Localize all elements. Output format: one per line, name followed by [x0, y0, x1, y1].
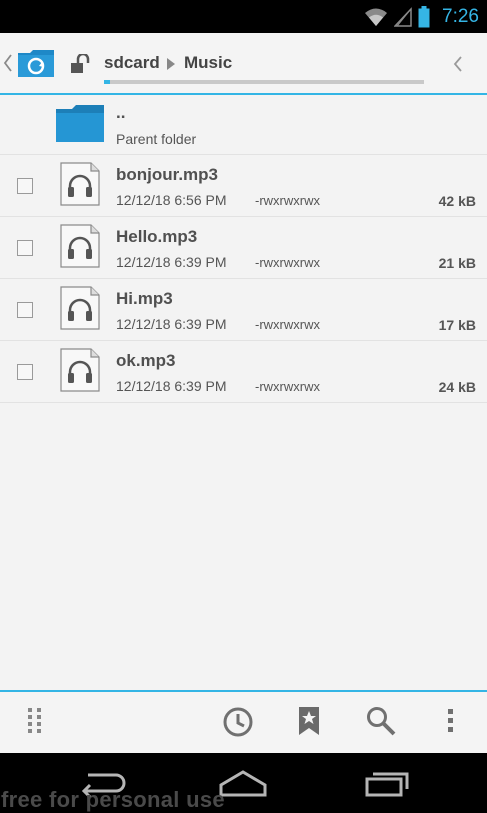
home-icon[interactable]	[219, 769, 267, 797]
file-checkbox[interactable]	[17, 178, 33, 194]
wifi-icon	[365, 8, 388, 26]
file-row[interactable]: Hi.mp3 12/12/18 6:39 PM -rwxrwxrwx 17 kB	[0, 279, 487, 341]
breadcrumb-sdcard[interactable]: sdcard	[104, 53, 160, 73]
chevron-left-icon[interactable]	[453, 56, 463, 72]
file-row[interactable]: Hello.mp3 12/12/18 6:39 PM -rwxrwxrwx 21…	[0, 217, 487, 279]
parent-folder-name: ..	[116, 103, 126, 122]
file-checkbox[interactable]	[17, 364, 33, 380]
battery-icon	[418, 5, 430, 27]
path-header: sdcard Music	[0, 33, 487, 95]
file-permissions: -rwxrwxrwx	[255, 193, 320, 208]
audio-file-icon	[60, 162, 100, 206]
parent-folder-row[interactable]: .. Parent folder	[0, 95, 487, 155]
parent-folder-label: Parent folder	[116, 131, 197, 147]
search-icon[interactable]	[366, 706, 396, 736]
file-name: Hello.mp3	[116, 227, 198, 246]
bottom-toolbar	[0, 690, 487, 755]
folder-icon	[56, 105, 104, 142]
file-permissions: -rwxrwxrwx	[255, 379, 320, 394]
back-chevron-icon[interactable]	[3, 53, 13, 73]
file-size: 42 kB	[438, 193, 476, 209]
audio-file-icon	[60, 348, 100, 392]
file-name: ok.mp3	[116, 351, 176, 370]
file-size: 21 kB	[438, 255, 476, 271]
file-list: .. Parent folder bonjour.mp3 12/12/18 6:…	[0, 95, 487, 403]
audio-file-icon	[60, 224, 100, 268]
app-logo-icon[interactable]	[16, 49, 56, 79]
file-date: 12/12/18 6:39 PM	[116, 254, 227, 270]
overflow-menu-icon[interactable]	[447, 706, 455, 736]
file-date: 12/12/18 6:56 PM	[116, 192, 227, 208]
breadcrumb-separator-icon	[167, 58, 175, 70]
file-row[interactable]: bonjour.mp3 12/12/18 6:56 PM -rwxrwxrwx …	[0, 155, 487, 217]
status-bar: 7:26	[0, 0, 487, 33]
file-size: 17 kB	[438, 317, 476, 333]
file-date: 12/12/18 6:39 PM	[116, 378, 227, 394]
file-checkbox[interactable]	[17, 240, 33, 256]
file-checkbox[interactable]	[17, 302, 33, 318]
file-permissions: -rwxrwxrwx	[255, 255, 320, 270]
path-progress-bar	[104, 80, 424, 84]
breadcrumb-music[interactable]: Music	[184, 53, 232, 73]
file-row[interactable]: ok.mp3 12/12/18 6:39 PM -rwxrwxrwx 24 kB	[0, 341, 487, 403]
recents-icon[interactable]	[365, 769, 411, 797]
clock: 7:26	[442, 5, 479, 27]
file-permissions: -rwxrwxrwx	[255, 317, 320, 332]
history-icon[interactable]	[222, 706, 254, 738]
unlock-icon[interactable]	[71, 54, 93, 74]
drag-handle-icon[interactable]	[27, 706, 43, 736]
file-name: Hi.mp3	[116, 289, 173, 308]
watermark: free for personal use	[1, 787, 225, 812]
file-date: 12/12/18 6:39 PM	[116, 316, 227, 332]
file-name: bonjour.mp3	[116, 165, 218, 184]
file-size: 24 kB	[438, 379, 476, 395]
signal-icon	[394, 6, 412, 27]
bookmark-icon[interactable]	[298, 706, 320, 736]
audio-file-icon	[60, 286, 100, 330]
